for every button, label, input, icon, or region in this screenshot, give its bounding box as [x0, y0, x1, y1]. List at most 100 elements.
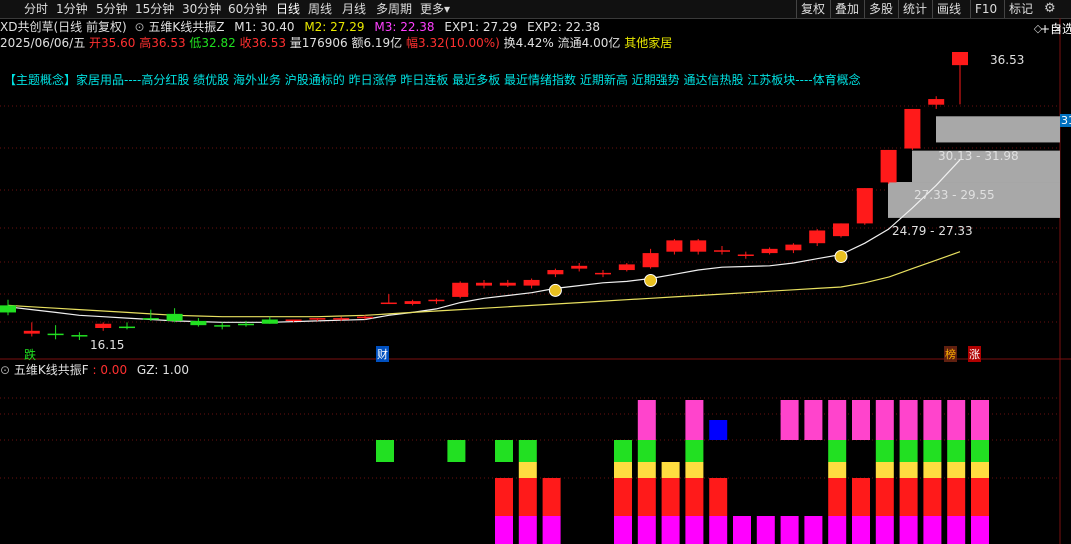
candle-body-17	[404, 301, 421, 304]
sub-bar-blue-9	[709, 420, 728, 440]
coin-marker-icon-0	[548, 283, 562, 297]
sub-bar-magenta-15	[852, 516, 870, 544]
sub-bar-pink-18	[923, 400, 942, 440]
sub-bar-gem-14	[828, 462, 847, 478]
sub-bar-red-6	[637, 478, 656, 516]
sub-bar-magenta-8	[685, 516, 704, 544]
sub-bar-pink-20	[971, 400, 989, 440]
candle-body-12	[285, 319, 302, 322]
candle-body-24	[571, 265, 588, 269]
tag-rise[interactable]: 涨	[968, 346, 981, 362]
sub-indicator-value: : 0.00	[92, 363, 128, 377]
zone-label-3: 24.79 - 27.33	[892, 224, 973, 238]
sub-bar-pink-17	[899, 400, 918, 440]
candle-body-19	[452, 282, 469, 297]
sub-bar-magenta-13	[804, 516, 823, 544]
sub-bar-red-8	[685, 478, 704, 516]
candle-body-15	[357, 316, 373, 319]
candle-body-31	[737, 254, 754, 257]
sub-indicator-name[interactable]: 五维K线共振F	[14, 363, 89, 377]
candle-body-25	[595, 272, 611, 275]
sub-bar-green-16	[875, 440, 894, 462]
candle-body-27	[642, 253, 659, 268]
sub-bar-magenta-3	[518, 516, 537, 544]
candle-body-0	[0, 305, 16, 313]
sub-bar-green-18	[923, 440, 942, 462]
zone-label-2: 27.33 - 29.55	[914, 188, 995, 202]
tag-finance[interactable]: 财	[376, 346, 389, 362]
sub-bar-green-20	[971, 440, 989, 462]
sub-bar-magenta-19	[947, 516, 966, 544]
sub-bar-pink-19	[947, 400, 966, 440]
sub-bar-pink-15	[852, 400, 870, 440]
candle-body-1	[23, 330, 40, 334]
candle-body-22	[523, 279, 540, 286]
candle-body-38	[904, 108, 921, 149]
sub-bar-magenta-16	[875, 516, 894, 544]
sub-bar-magenta-9	[709, 516, 728, 544]
sub-bar-magenta-18	[923, 516, 942, 544]
sub-bar-red-20	[971, 478, 989, 516]
sub-bar-gem-19	[947, 462, 966, 478]
candle-body-34	[809, 230, 826, 244]
sub-bar-red-18	[923, 478, 942, 516]
sub-bar-red-2	[495, 478, 513, 516]
sub-bar-magenta-10	[733, 516, 751, 544]
sub-bar-green-5	[614, 440, 632, 462]
sub-bar-green-6	[637, 440, 656, 462]
sub-bar-magenta-14	[828, 516, 847, 544]
candle-body-14	[333, 318, 350, 320]
candle-body-32	[761, 248, 778, 254]
sub-bar-green-3	[518, 440, 537, 462]
candle-body-9	[214, 325, 231, 327]
high-price-label: 36.53	[990, 53, 1025, 67]
sub-bar-red-16	[875, 478, 894, 516]
sub-bar-red-7	[661, 478, 680, 516]
low-price-label: 16.15	[90, 338, 125, 352]
sub-bar-pink-14	[828, 400, 847, 440]
sub-bar-green-14	[828, 440, 847, 462]
candle-body-5	[119, 326, 135, 329]
sub-bar-gem-20	[971, 462, 989, 478]
sub-panel-header: ⊙ 五维K线共振F : 0.00 GZ: 1.00	[0, 362, 189, 378]
sub-bar-pink-6	[637, 400, 656, 440]
candle-body-40	[952, 52, 968, 66]
kline-chart[interactable]	[0, 0, 1071, 544]
candle-body-21	[499, 282, 516, 286]
sub-bar-gem-7	[661, 462, 680, 478]
sub-bar-red-4	[542, 478, 561, 516]
tag-rank[interactable]: 榜	[944, 346, 957, 362]
tag-fall[interactable]: 跌	[24, 346, 36, 363]
candle-body-11	[261, 319, 278, 324]
candle-body-23	[547, 270, 564, 275]
coin-marker-icon-2	[834, 250, 848, 264]
candle-body-30	[714, 250, 730, 252]
candle-body-39	[928, 99, 945, 105]
sub-bar-magenta-12	[780, 516, 799, 544]
sub-bar-gem-18	[923, 462, 942, 478]
candle-body-29	[690, 240, 707, 252]
sub-gz-value: GZ: 1.00	[136, 363, 190, 377]
candle-body-7	[166, 313, 183, 321]
zone-label-1: 30.13 - 31.98	[938, 149, 1019, 163]
sub-bar-red-9	[709, 478, 728, 516]
sub-bar-pink-8	[685, 400, 704, 440]
sub-bar-red-15	[852, 478, 870, 516]
sub-bar-gem-17	[899, 462, 918, 478]
candle-body-20	[476, 282, 492, 286]
add-favorite-button[interactable]: +自选	[1040, 20, 1071, 38]
sub-bar-magenta-11	[756, 516, 775, 544]
sub-bar-gem-3	[518, 462, 537, 478]
sub-bar-green-17	[899, 440, 918, 462]
sub-bar-green-8	[685, 440, 704, 462]
sub-bar-gem-8	[685, 462, 704, 478]
sub-bar-pink-12	[780, 400, 799, 440]
candle-body-35	[833, 223, 849, 237]
candle-body-16	[380, 302, 397, 305]
sub-bar-green-0	[376, 440, 394, 462]
sub-bar-red-19	[947, 478, 966, 516]
candle-body-10	[238, 323, 254, 326]
sub-bar-red-3	[518, 478, 537, 516]
sub-bar-magenta-5	[614, 516, 632, 544]
sub-toggle-icon[interactable]: ⊙	[0, 363, 10, 377]
